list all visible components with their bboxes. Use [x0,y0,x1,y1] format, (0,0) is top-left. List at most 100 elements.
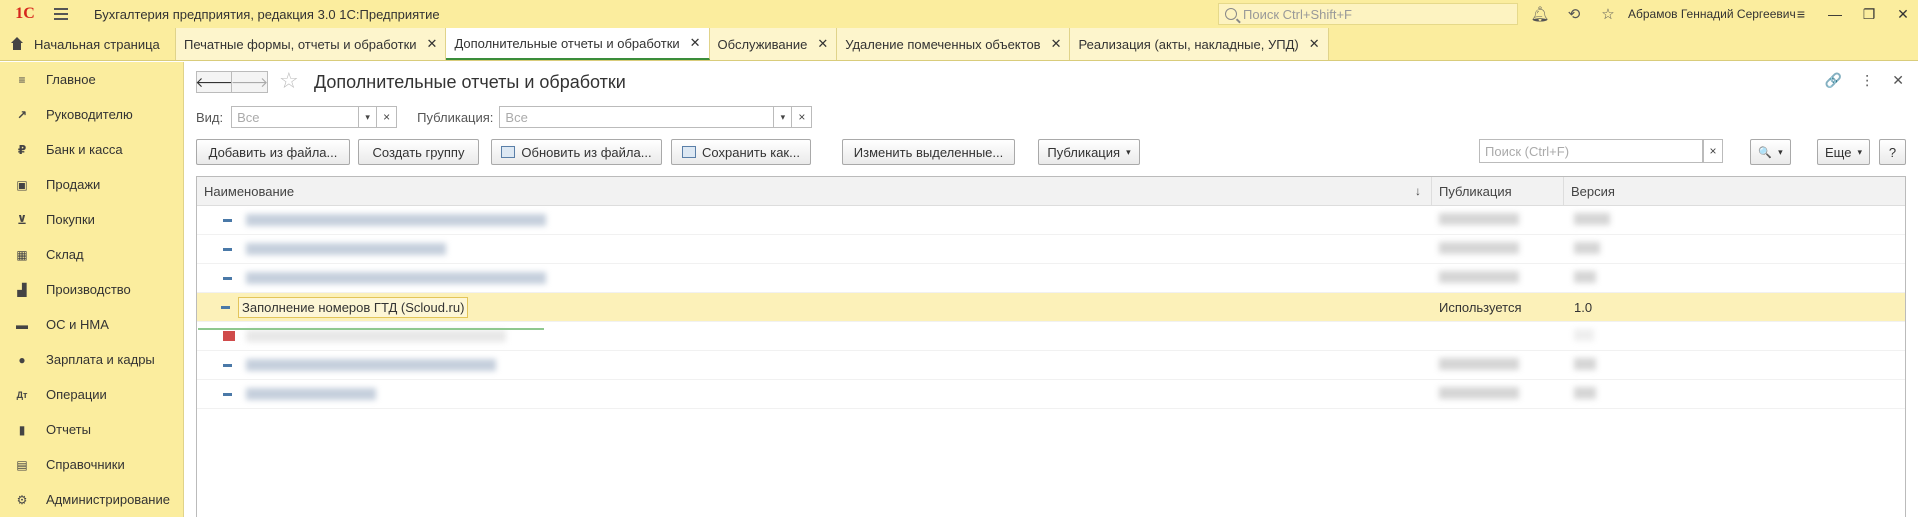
tab-delete-marked[interactable]: Удаление помеченных объектов ✕ [837,28,1071,60]
update-icon [501,146,516,158]
table-row-selected[interactable]: Заполнение номеров ГТД (Scloud.ru) Испол… [197,293,1905,322]
vid-placeholder: Все [237,109,260,125]
tab-additional-reports[interactable]: Дополнительные отчеты и обработки ✕ [446,28,710,60]
table-row[interactable] [197,380,1905,409]
menu-icon: ≡ [18,72,26,87]
bag-icon: ▣ [16,177,28,192]
table-row[interactable] [197,264,1905,293]
user-name[interactable]: Абрамов Геннадий Сергеевич [1628,7,1796,21]
sidebar-item-purchases[interactable]: ⊻ Покупки [0,202,183,237]
row-version: 1.0 [1574,299,1593,315]
column-name-header[interactable]: Наименование ↓ [197,177,1432,205]
tab-label: Обслуживание [717,36,808,52]
sidebar-item-production[interactable]: ▟ Производство [0,272,183,307]
sidebar-item-sales[interactable]: ▣ Продажи [0,167,183,202]
restore-icon[interactable]: ❐ [1852,6,1886,23]
global-search-input[interactable]: Поиск Ctrl+Shift+F [1218,3,1518,25]
caret-down-icon: ▾ [1857,146,1862,157]
list-search-input[interactable]: Поиск (Ctrl+F) [1479,139,1703,163]
close-icon[interactable]: ✕ [1886,6,1918,23]
sidebar-item-payroll[interactable]: ● Зарплата и кадры [0,342,183,377]
header-label: Версия [1571,183,1615,199]
column-version-header[interactable]: Версия [1564,177,1654,205]
sidebar-item-label: Руководителю [46,107,133,122]
tab-print-forms[interactable]: Печатные формы, отчеты и обработки ✕ [176,28,447,60]
row-name[interactable]: Заполнение номеров ГТД (Scloud.ru) [238,296,469,318]
tabs-bar: Начальная страница Печатные формы, отчет… [0,28,1918,61]
item-icon [223,247,232,251]
title-bar: 1С Бухгалтерия предприятия, редакция 3.0… [0,0,1918,28]
sidebar-item-operations[interactable]: Дт Операции [0,377,183,412]
add-from-file-button[interactable]: Добавить из файла... [196,139,350,165]
more-button[interactable]: Еще ▾ [1817,139,1870,165]
help-button[interactable]: ? [1879,139,1906,165]
table-row[interactable] [197,322,1905,351]
more-vertical-icon[interactable]: ⋮ [1860,72,1874,89]
back-button[interactable]: 🡐 [195,71,233,93]
blurred-text [1574,270,1596,283]
publication-dropdown-button[interactable]: ▾ [774,106,793,128]
button-label: Обновить из файла... [521,144,652,160]
app-title: Бухгалтерия предприятия, редакция 3.0 1С… [94,6,440,22]
publication-select[interactable]: Все [499,106,775,128]
bell-icon[interactable]: 🔔︎ [1530,4,1550,24]
factory-icon: ▟ [17,282,27,297]
chart-icon: ▮ [18,422,26,437]
close-form-icon[interactable]: ✕ [1892,72,1904,89]
sidebar-item-admin[interactable]: ⚙ Администрирование [0,482,183,517]
tab-label: Реализация (акты, накладные, УПД) [1078,36,1299,52]
close-icon[interactable]: ✕ [817,36,828,52]
publication-clear-button[interactable]: × [792,106,813,128]
sidebar-item-bank[interactable]: ₽ Банк и касса [0,132,183,167]
vid-label: Вид: [196,109,224,125]
settings-menu-icon[interactable]: ≡ [1784,6,1818,22]
global-search-placeholder: Поиск Ctrl+Shift+F [1243,6,1352,22]
favorite-star-icon[interactable]: ☆ [279,68,299,94]
publication-menu-button[interactable]: Публикация ▾ [1038,139,1140,165]
create-group-button[interactable]: Создать группу [358,139,479,165]
sidebar-item-label: Администрирование [46,492,170,507]
main-menu-icon[interactable] [54,0,76,28]
blurred-text [1439,241,1519,254]
change-selected-button[interactable]: Изменить выделенные... [842,139,1015,165]
blurred-text [246,330,506,342]
search-button[interactable]: 🔍 ▾ [1750,139,1791,165]
list-search-clear-button[interactable]: × [1703,139,1723,163]
sidebar-item-label: Отчеты [46,422,91,437]
table-row[interactable] [197,206,1905,235]
vid-select[interactable]: Все [231,106,360,128]
minimize-icon[interactable]: — [1818,6,1852,22]
sidebar-item-directories[interactable]: ▤ Справочники [0,447,183,482]
button-label: Публикация [1047,144,1121,160]
star-icon[interactable]: ☆ [1598,4,1618,24]
trend-icon: ↗ [16,107,28,122]
tab-sales-docs[interactable]: Реализация (акты, накладные, УПД) ✕ [1070,28,1329,60]
close-icon[interactable]: ✕ [427,36,438,52]
sidebar-item-label: Операции [46,387,107,402]
search-icon: 🔍 [1758,146,1773,159]
sidebar-item-fixed-assets[interactable]: ▬ ОС и НМА [0,307,183,342]
close-icon[interactable]: ✕ [690,35,701,51]
button-label: Изменить выделенные... [853,144,1004,160]
header-label: Публикация [1439,183,1512,199]
sidebar-item-reports[interactable]: ▮ Отчеты [0,412,183,447]
tab-home[interactable]: Начальная страница [0,28,176,60]
vid-dropdown-button[interactable]: ▾ [359,106,378,128]
column-publication-header[interactable]: Публикация [1432,177,1564,205]
history-icon[interactable]: ⟲ [1564,4,1584,24]
close-icon[interactable]: ✕ [1309,36,1320,52]
table-row[interactable] [197,351,1905,380]
update-from-file-button[interactable]: Обновить из файла... [491,139,662,165]
close-icon[interactable]: ✕ [1051,36,1062,52]
save-as-button[interactable]: Сохранить как... [671,139,811,165]
sidebar-item-warehouse[interactable]: ▦ Склад [0,237,183,272]
link-icon[interactable]: 🔗 [1825,72,1842,89]
sidebar-item-manager[interactable]: ↗ Руководителю [0,97,183,132]
vid-clear-button[interactable]: × [377,106,398,128]
sidebar-item-main[interactable]: ≡ Главное [0,62,183,97]
tab-maintenance[interactable]: Обслуживание ✕ [709,28,838,60]
blurred-text [246,243,446,255]
row-publication: Используется [1439,299,1522,315]
forward-button[interactable]: 🡒 [231,71,268,93]
table-row[interactable] [197,235,1905,264]
